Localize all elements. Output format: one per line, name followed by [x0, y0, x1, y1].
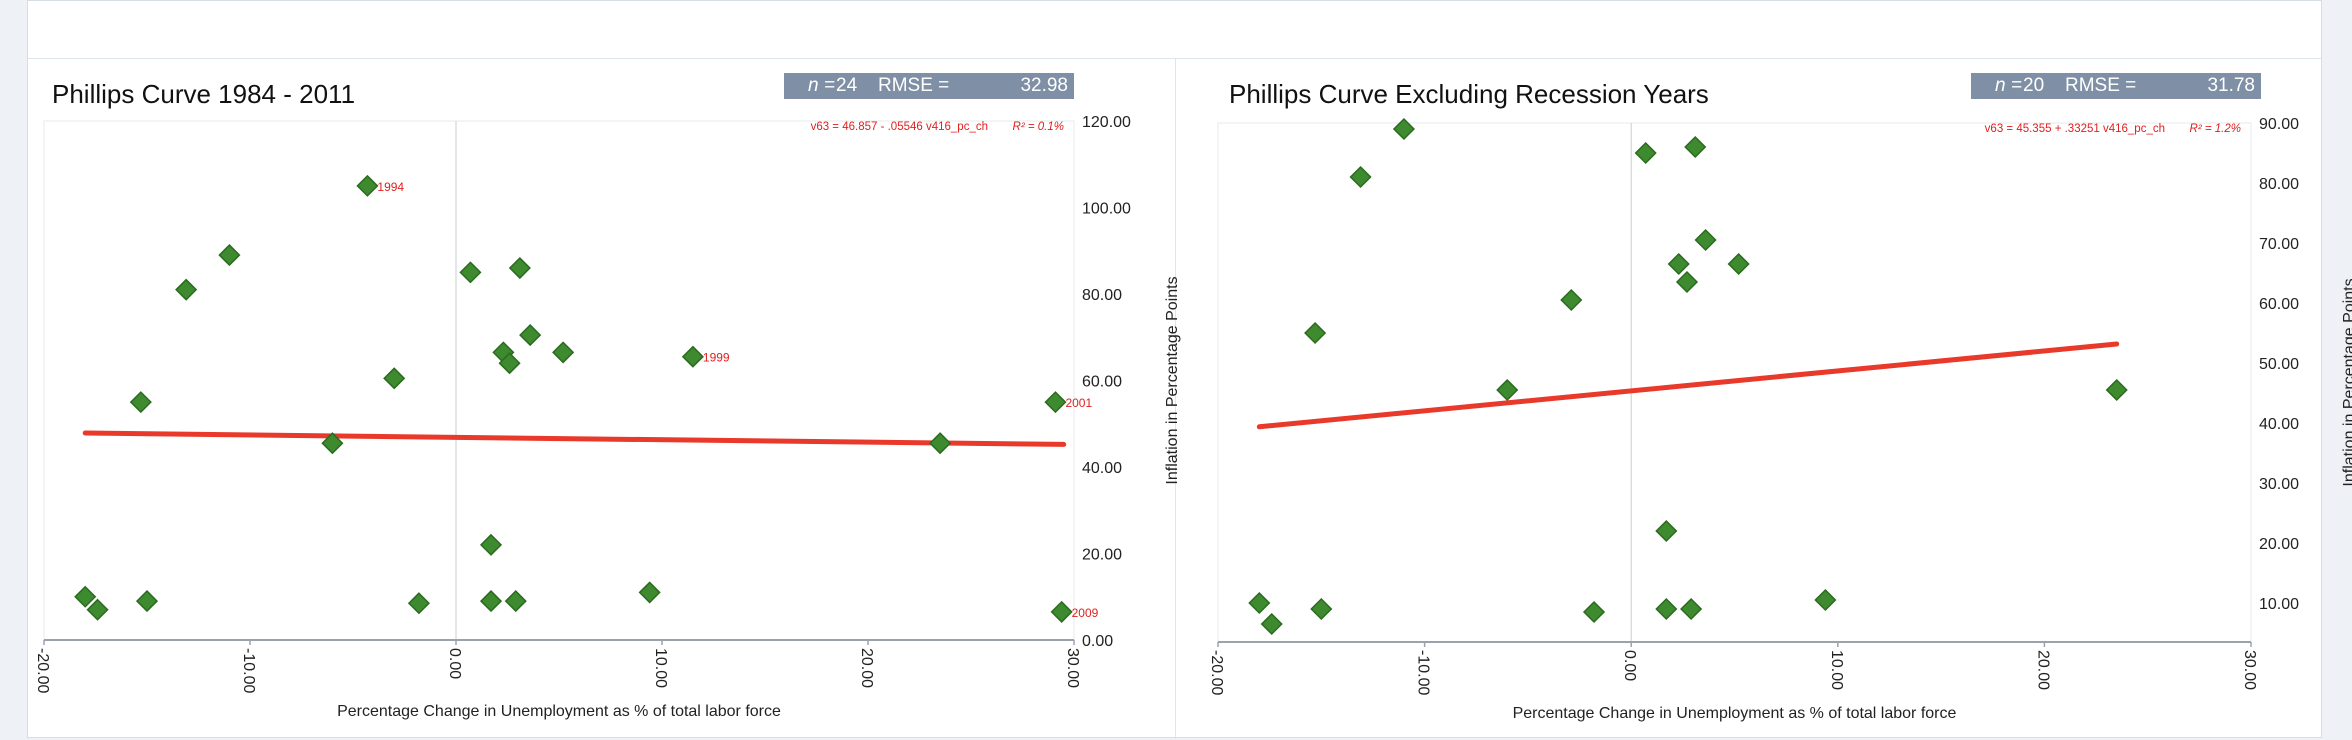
top-bar	[28, 1, 2321, 59]
x-tick-label: 20.00	[2034, 650, 2051, 690]
data-point	[1684, 135, 1707, 159]
y-tick-label: 0.00	[1082, 633, 1113, 650]
data-point	[1349, 165, 1372, 189]
data-point	[929, 432, 952, 455]
data-point	[1675, 270, 1699, 294]
y-tick-label: 60.00	[2259, 296, 2299, 313]
point-label: 2001	[1065, 396, 1092, 410]
chart-panel-all-years: Phillips Curve 1984 - 2011 n = 24 RMSE =…	[28, 59, 1181, 739]
y-tick-label: 100.00	[1082, 201, 1131, 218]
regression-line	[82, 430, 1067, 447]
data-point	[86, 598, 109, 621]
x-tick-label: 0.00	[446, 648, 463, 679]
data-point	[1655, 519, 1678, 543]
y-tick-label: 40.00	[1082, 460, 1122, 477]
x-axis-label: Percentage Change in Unemployment as % o…	[337, 703, 781, 720]
data-point	[218, 244, 241, 267]
dashboard-frame: Phillips Curve 1984 - 2011 n = 24 RMSE =…	[27, 0, 2352, 739]
y-tick-label: 70.00	[2259, 236, 2299, 253]
r-squared: R² = 0.1%	[1013, 121, 1064, 133]
data-point	[383, 367, 406, 390]
x-tick-label: 10.00	[1828, 650, 1845, 690]
chart-panel-excluding-recessions: Phillips Curve Excluding Recession Years…	[1176, 59, 2352, 739]
y-tick-label: 20.00	[2259, 536, 2299, 553]
regression-equation: v63 = 46.857 - .05546 v416_pc_ch	[811, 121, 988, 133]
x-tick-label: -10.00	[240, 648, 257, 693]
point-label: 1999	[703, 351, 730, 365]
data-point	[1560, 288, 1583, 312]
data-point	[1680, 597, 1703, 621]
data-point	[479, 533, 503, 556]
data-point	[1667, 252, 1690, 276]
x-tick-label: 20.00	[858, 648, 875, 688]
data-point	[1727, 252, 1750, 276]
data-point	[1248, 591, 1271, 615]
data-point	[1050, 600, 1073, 623]
scatter-plot[interactable]: -20.00 -10.00 0.00 10.00 20.00 30.00 Percentag…	[28, 59, 1181, 739]
x-tick-label: 10.00	[652, 648, 669, 688]
regression-line	[1256, 341, 2120, 430]
data-point	[1655, 597, 1678, 621]
point-label: 1994	[377, 180, 404, 194]
data-point	[407, 592, 430, 615]
y-tick-label: 30.00	[2259, 476, 2299, 493]
data-point	[552, 341, 575, 364]
scatter-plot[interactable]: -20.00 -10.00 0.00 10.00 20.00 30.00 Percentag…	[1176, 59, 2352, 739]
data-point	[2105, 378, 2128, 402]
data-point	[508, 256, 531, 280]
x-tick-label: -20.00	[1208, 650, 1225, 695]
y-tick-label: 50.00	[2259, 356, 2299, 373]
y-tick-label: 20.00	[1082, 547, 1122, 564]
data-point	[74, 585, 97, 608]
y-tick-label: 120.00	[1082, 114, 1131, 131]
data-point	[1582, 600, 1606, 624]
data-point	[175, 278, 198, 301]
data-point	[1392, 117, 1416, 141]
regression-equation: v63 = 45.355 + .33251 v416_pc_ch	[1985, 123, 2165, 135]
data-point	[1496, 378, 1519, 402]
data-point	[1814, 588, 1837, 612]
data-point	[681, 345, 704, 368]
data-point	[356, 174, 379, 197]
point-label: 2009	[1072, 606, 1099, 620]
data-point	[479, 590, 503, 613]
data-point	[1044, 391, 1067, 414]
data-point	[1304, 321, 1327, 345]
x-axis-label: Percentage Change in Unemployment as % o…	[1513, 705, 1957, 722]
plot-area	[43, 120, 1075, 641]
data-point	[504, 590, 527, 613]
x-tick-label: 0.00	[1621, 650, 1638, 681]
data-point	[1634, 141, 1657, 165]
data-point	[638, 581, 661, 604]
x-tick-label: -20.00	[34, 648, 51, 693]
data-point	[459, 261, 482, 284]
x-tick-label: 30.00	[1064, 648, 1081, 688]
data-point	[1260, 612, 1283, 636]
x-tick-label: -10.00	[1415, 650, 1432, 695]
data-point	[1310, 597, 1333, 621]
y-tick-label: 40.00	[2259, 416, 2299, 433]
data-point	[135, 590, 159, 613]
data-point	[129, 391, 152, 414]
x-tick-label: 30.00	[2241, 650, 2258, 690]
data-point	[1694, 228, 1717, 252]
y-tick-label: 90.00	[2259, 116, 2299, 133]
y-axis-label: Inflation in Percentage Points	[2341, 278, 2352, 486]
y-tick-label: 10.00	[2259, 596, 2299, 613]
y-tick-label: 60.00	[1082, 374, 1122, 391]
r-squared: R² = 1.2%	[2190, 123, 2241, 135]
y-tick-label: 80.00	[2259, 176, 2299, 193]
data-point	[519, 324, 542, 347]
y-tick-label: 80.00	[1082, 287, 1122, 304]
